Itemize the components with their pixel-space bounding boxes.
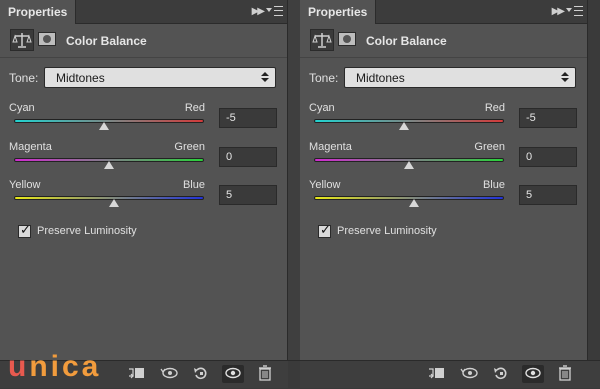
panel-header: Properties ▶▶ [0,0,287,24]
slider-right-label: Red [184,102,205,114]
yellow-blue-value-field[interactable]: 5 [519,185,577,205]
magenta-green-value-field[interactable]: 0 [519,147,577,167]
checkmark-icon: ✓ [20,222,31,237]
preserve-luminosity-checkbox[interactable]: ✓ [318,222,331,238]
properties-panel-right: Properties ▶▶ Color Balance Tone: Midton… [300,0,588,360]
slider-left-label: Magenta [9,141,52,153]
balance-scale-icon[interactable] [310,29,334,51]
adjustment-title-bar: Color Balance [300,25,587,58]
tab-properties[interactable]: Properties [0,0,77,24]
preserve-luminosity-label: Preserve Luminosity [337,225,437,237]
delete-icon[interactable] [554,365,576,383]
dropdown-arrows-icon [561,71,569,83]
magenta-green-slider-thumb[interactable] [104,161,114,169]
cyan-red-value-field[interactable]: -5 [519,108,577,128]
magenta-green-slider-row: Magenta Green 0 [0,141,287,181]
panel-menu-icon[interactable] [266,5,283,20]
preserve-luminosity-checkbox[interactable]: ✓ [18,222,31,238]
slider-left-label: Yellow [309,179,341,191]
layer-mask-icon[interactable] [338,32,356,46]
slider-right-label: Red [484,102,505,114]
yellow-blue-slider-thumb[interactable] [108,199,119,207]
logo-rest: nica [29,350,102,383]
visibility-icon[interactable] [522,365,544,383]
view-previous-icon[interactable] [158,365,180,383]
balance-scale-icon[interactable] [10,29,34,51]
cyan-red-slider-row: Cyan Red -5 [0,102,287,142]
tone-label: Tone: [9,71,39,85]
preserve-luminosity-label: Preserve Luminosity [37,225,137,237]
cyan-red-slider-thumb[interactable] [99,122,110,130]
tone-dropdown[interactable]: Midtones [344,67,576,88]
magenta-green-slider-thumb[interactable] [404,161,414,169]
tone-selected-value: Midtones [56,71,105,85]
adjustment-title: Color Balance [66,34,147,48]
magenta-green-value-field[interactable]: 0 [219,147,277,167]
logo-first-letter: u [8,350,30,383]
magenta-green-slider-row: Magenta Green 0 [300,141,587,181]
checkmark-icon: ✓ [320,222,331,237]
tone-label: Tone: [309,71,339,85]
tab-properties[interactable]: Properties [300,0,377,24]
visibility-icon[interactable] [222,365,244,383]
slider-left-label: Magenta [309,141,352,153]
clip-to-layer-icon[interactable] [426,365,448,383]
reset-icon[interactable] [190,365,212,383]
cyan-red-slider-row: Cyan Red -5 [300,102,587,142]
yellow-blue-value-field[interactable]: 5 [219,185,277,205]
slider-left-label: Cyan [9,102,35,114]
adjustment-title-bar: Color Balance [0,25,287,58]
slider-left-label: Yellow [9,179,41,191]
view-previous-icon[interactable] [458,365,480,383]
dropdown-arrows-icon [261,71,269,83]
panel-divider [288,0,300,360]
slider-right-label: Blue [182,179,205,191]
slider-right-label: Blue [482,179,505,191]
tone-selected-value: Midtones [356,71,405,85]
layer-mask-icon[interactable] [38,32,56,46]
slider-right-label: Green [174,141,205,153]
cyan-red-slider-thumb[interactable] [399,122,410,130]
yellow-blue-slider-row: Yellow Blue 5 [300,179,587,219]
reset-icon[interactable] [490,365,512,383]
yellow-blue-slider-row: Yellow Blue 5 [0,179,287,219]
clip-to-layer-icon[interactable] [126,365,148,383]
panel-header: Properties ▶▶ [300,0,587,24]
slider-right-label: Green [474,141,505,153]
footer-divider [288,361,300,389]
collapse-panel-icon[interactable]: ▶▶ [552,5,565,19]
properties-panel-left: Properties ▶▶ Color Balance Tone: Midton… [0,0,288,360]
panel-menu-icon[interactable] [566,5,583,20]
collapse-panel-icon[interactable]: ▶▶ [252,5,265,19]
delete-icon[interactable] [254,365,276,383]
yellow-blue-slider-thumb[interactable] [408,199,419,207]
tone-dropdown[interactable]: Midtones [44,67,276,88]
adjustment-title: Color Balance [366,34,447,48]
slider-left-label: Cyan [309,102,335,114]
unica-watermark-logo: unica [8,350,101,384]
cyan-red-value-field[interactable]: -5 [219,108,277,128]
